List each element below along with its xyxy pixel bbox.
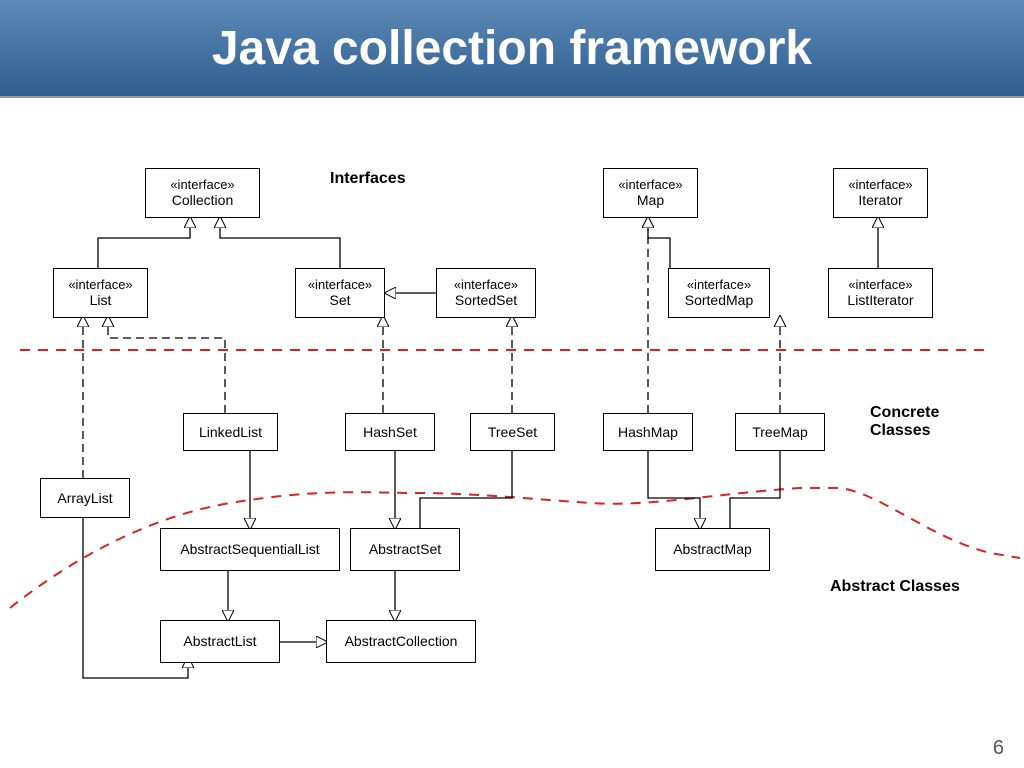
- class-name: AbstractSequentialList: [180, 541, 319, 558]
- class-name: ListIterator: [847, 292, 913, 309]
- class-abstractsequentiallist: AbstractSequentialList: [160, 528, 340, 571]
- stereotype: «interface»: [618, 177, 682, 193]
- interface-list: «interface» List: [53, 268, 148, 318]
- stereotype: «interface»: [848, 277, 912, 293]
- class-abstractcollection: AbstractCollection: [326, 620, 476, 663]
- class-name: Iterator: [858, 192, 902, 209]
- interface-set: «interface» Set: [295, 268, 385, 318]
- class-treemap: TreeMap: [735, 413, 825, 451]
- class-linkedlist: LinkedList: [183, 413, 278, 451]
- interface-sortedmap: «interface» SortedMap: [668, 268, 770, 318]
- stereotype: «interface»: [687, 277, 751, 293]
- interface-sortedset: «interface» SortedSet: [436, 268, 536, 318]
- class-name: Set: [329, 292, 350, 309]
- page-number: 6: [993, 737, 1004, 760]
- class-abstractmap: AbstractMap: [655, 528, 770, 571]
- class-abstractset: AbstractSet: [350, 528, 460, 571]
- class-name: HashSet: [363, 424, 417, 441]
- class-name: AbstractList: [183, 633, 256, 650]
- class-name: TreeSet: [488, 424, 537, 441]
- interface-listiterator: «interface» ListIterator: [828, 268, 933, 318]
- class-hashmap: HashMap: [603, 413, 693, 451]
- label-concrete: Concrete Classes: [870, 404, 980, 441]
- stereotype: «interface»: [454, 277, 518, 293]
- class-name: TreeMap: [752, 424, 808, 441]
- class-name: SortedSet: [455, 292, 517, 309]
- interface-map: «interface» Map: [603, 168, 698, 218]
- class-name: List: [90, 292, 112, 309]
- class-name: LinkedList: [199, 424, 262, 441]
- class-abstractlist: AbstractList: [160, 620, 280, 663]
- class-name: AbstractCollection: [345, 633, 458, 650]
- interface-collection: «interface» Collection: [145, 168, 260, 218]
- label-interfaces: Interfaces: [330, 170, 406, 188]
- class-hashset: HashSet: [345, 413, 435, 451]
- interface-iterator: «interface» Iterator: [833, 168, 928, 218]
- title-bar: Java collection framework: [0, 0, 1024, 98]
- diagram-area: Interfaces Concrete Classes Abstract Cla…: [0, 98, 1024, 768]
- label-abstract: Abstract Classes: [830, 578, 960, 596]
- stereotype: «interface»: [170, 177, 234, 193]
- class-arraylist: ArrayList: [40, 478, 130, 518]
- class-name: AbstractSet: [369, 541, 441, 558]
- stereotype: «interface»: [308, 277, 372, 293]
- class-name: Collection: [172, 192, 233, 209]
- class-name: SortedMap: [685, 292, 753, 309]
- class-name: Map: [637, 192, 664, 209]
- class-name: AbstractMap: [673, 541, 752, 558]
- stereotype: «interface»: [68, 277, 132, 293]
- page-title: Java collection framework: [212, 21, 812, 76]
- class-treeset: TreeSet: [470, 413, 555, 451]
- class-name: ArrayList: [57, 490, 112, 507]
- stereotype: «interface»: [848, 177, 912, 193]
- class-name: HashMap: [618, 424, 678, 441]
